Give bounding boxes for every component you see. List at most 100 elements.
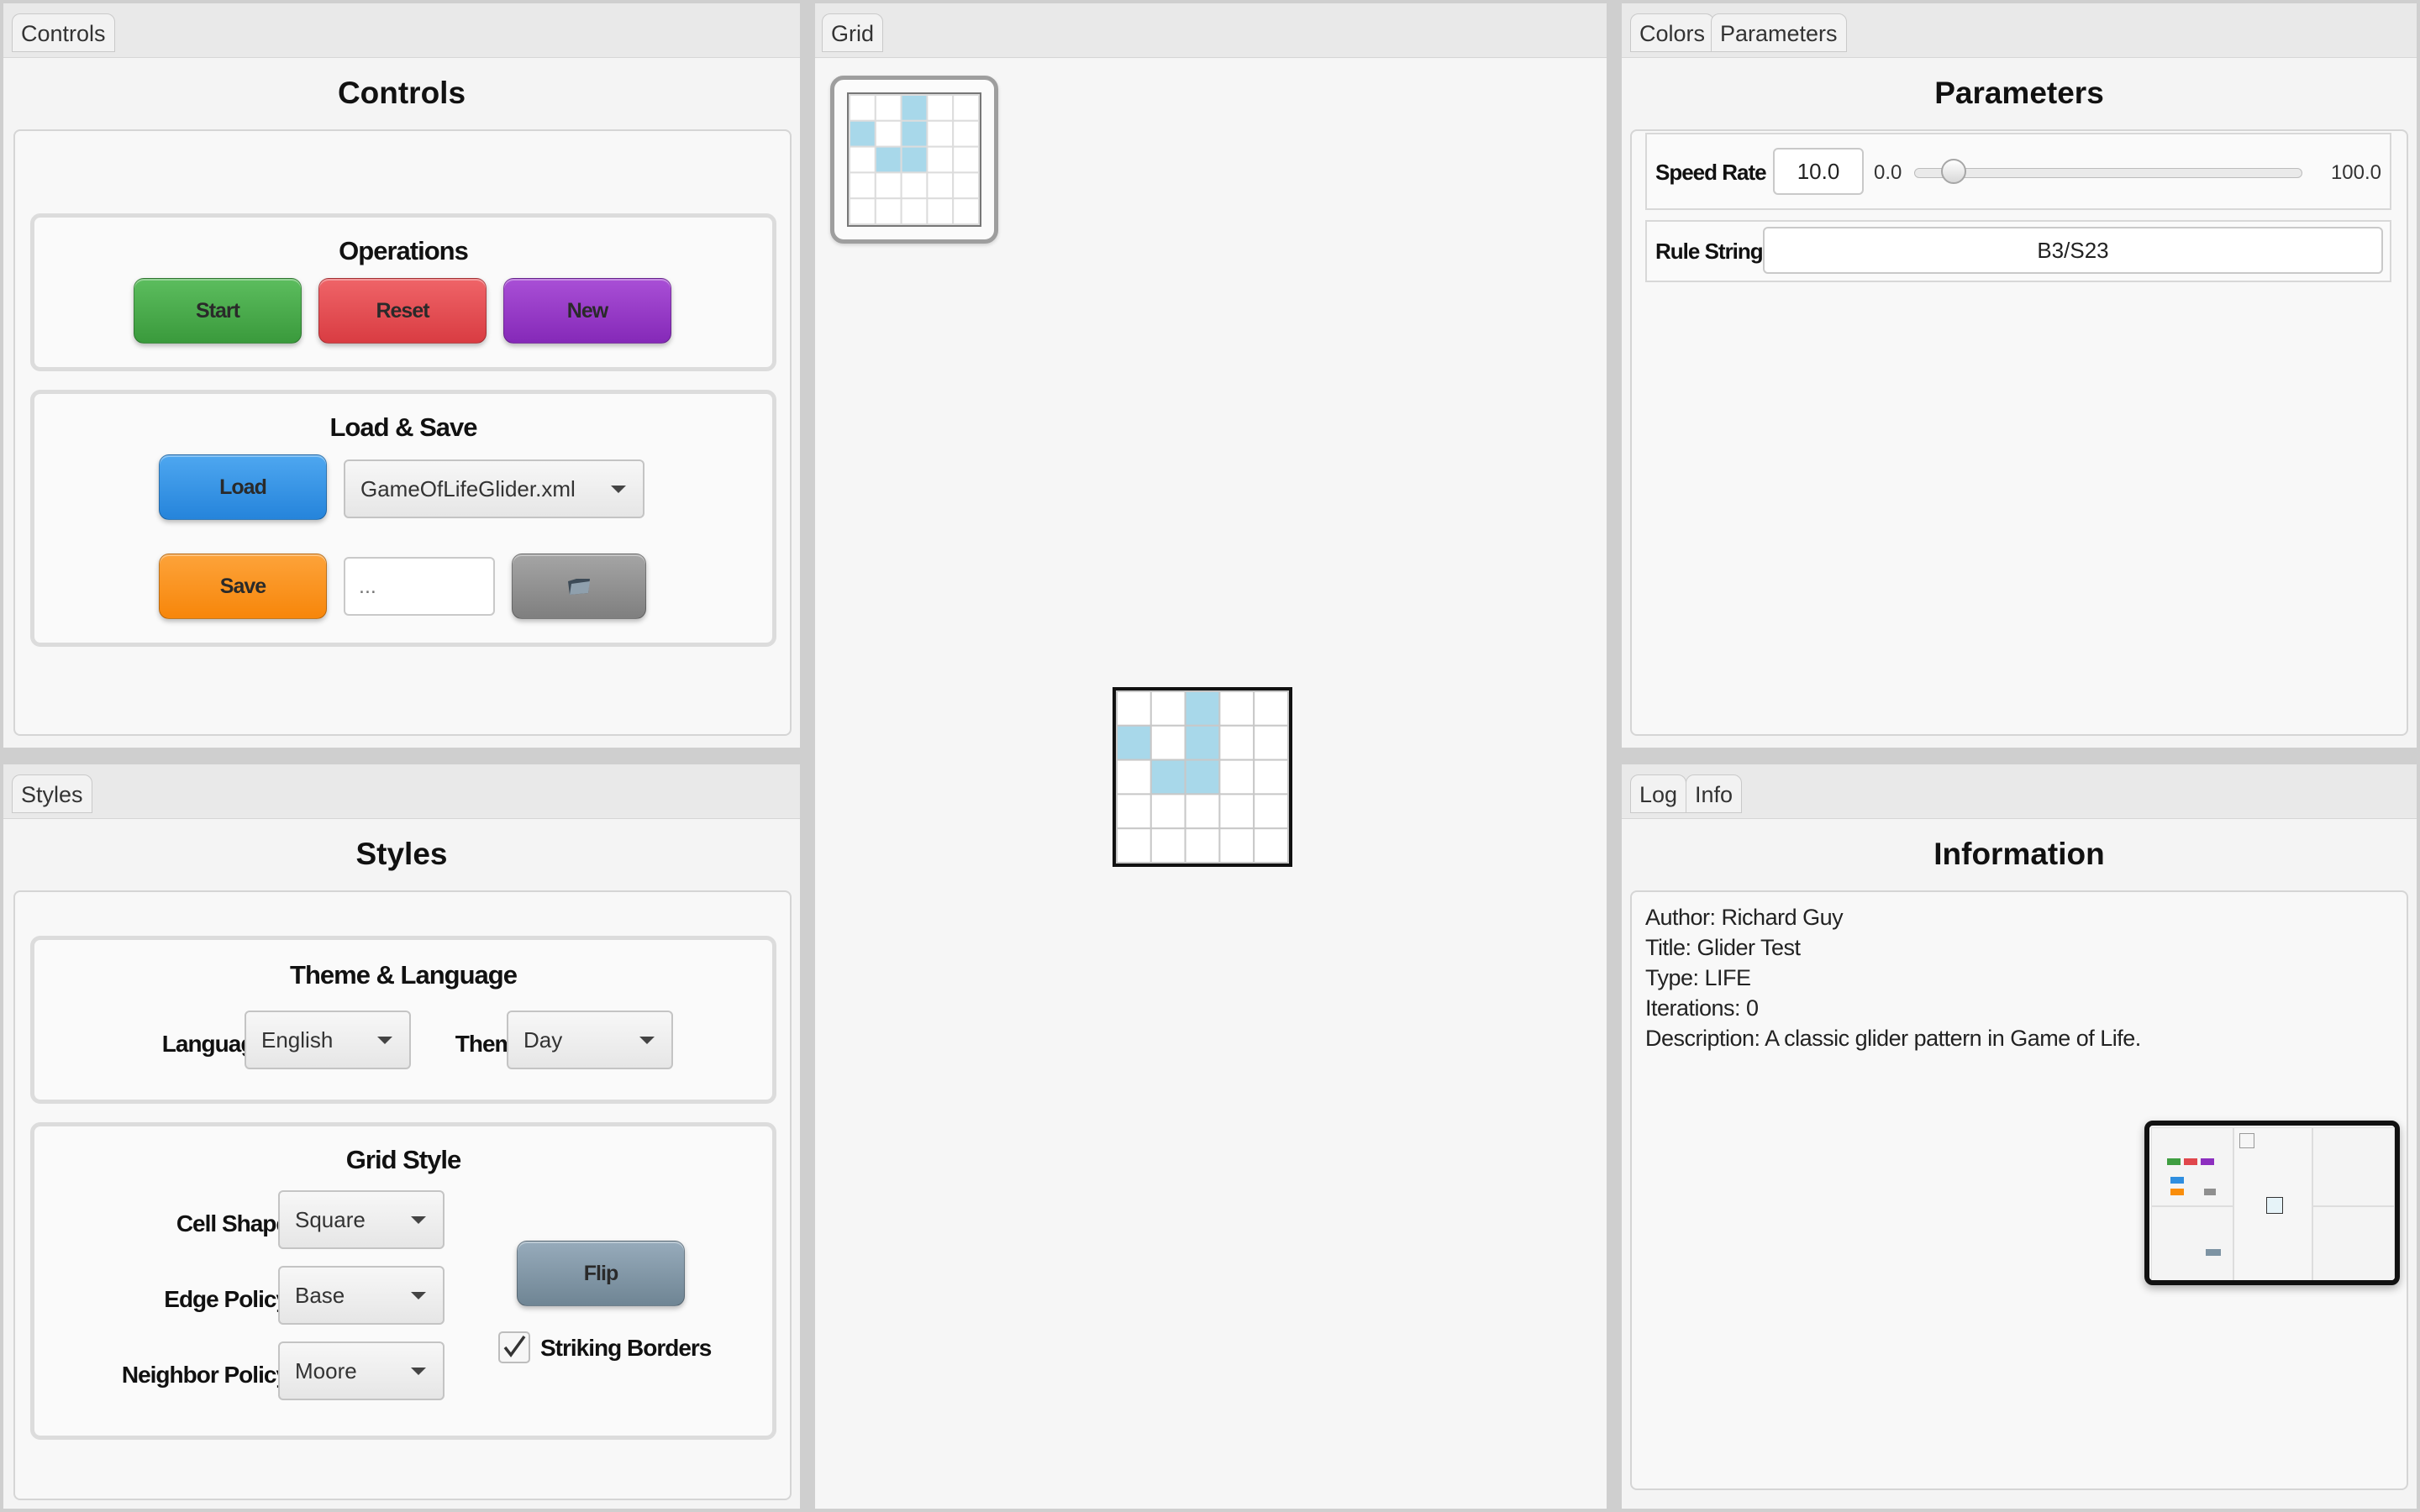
language-value: English — [261, 1027, 334, 1053]
preview-controls — [2151, 1127, 2233, 1206]
grid-cell-dead[interactable] — [1253, 827, 1289, 864]
grid-cell-dead[interactable] — [952, 145, 980, 174]
grid-cell-dead[interactable] — [849, 94, 876, 122]
cell-shape-select[interactable]: Square — [278, 1190, 445, 1249]
grid-cell-dead[interactable] — [926, 197, 955, 225]
tab-log[interactable]: Log — [1630, 774, 1687, 813]
speed-rate-input[interactable] — [1773, 148, 1864, 195]
grid-cell-dead[interactable] — [900, 171, 929, 200]
grid-cell-dead[interactable] — [926, 94, 955, 122]
grid-cell-dead[interactable] — [926, 119, 955, 148]
browse-folder-button[interactable] — [512, 554, 646, 619]
tab-styles[interactable]: Styles — [12, 774, 92, 813]
grid-cell-dead[interactable] — [1218, 724, 1255, 761]
tab-info[interactable]: Info — [1686, 774, 1743, 813]
grid-cell-dead[interactable] — [1184, 793, 1221, 830]
grid-cell-alive[interactable] — [1116, 724, 1152, 761]
grid-cell-dead[interactable] — [1150, 793, 1186, 830]
grid-cell-dead[interactable] — [952, 171, 980, 200]
grid-cell-dead[interactable] — [874, 171, 902, 200]
parameters-title: Parameters — [1934, 76, 2104, 110]
grid-cell-dead[interactable] — [1184, 827, 1221, 864]
theme-select[interactable]: Day — [507, 1011, 673, 1069]
striking-borders-label: Striking Borders — [540, 1335, 712, 1361]
grid-cell-dead[interactable] — [1116, 793, 1152, 830]
grid-cell-dead[interactable] — [1253, 690, 1289, 727]
grid-cell-dead[interactable] — [1218, 690, 1255, 727]
load-button[interactable]: Load — [159, 454, 327, 520]
grid-cell-alive[interactable] — [1150, 759, 1186, 795]
grid-cell-dead[interactable] — [1218, 827, 1255, 864]
grid-cell-dead[interactable] — [874, 94, 902, 122]
grid-cell-dead[interactable] — [1253, 724, 1289, 761]
grid-cell-alive[interactable] — [874, 145, 902, 174]
grid-cell-dead[interactable] — [926, 145, 955, 174]
grid-cell-dead[interactable] — [849, 145, 876, 174]
neighbor-policy-select[interactable]: Moore — [278, 1341, 445, 1400]
language-select[interactable]: English — [245, 1011, 411, 1069]
grid-cell-alive[interactable] — [849, 119, 876, 148]
preview-save — [2170, 1189, 2184, 1195]
flip-button[interactable]: Flip — [517, 1241, 685, 1306]
cell-grid[interactable] — [1113, 687, 1292, 867]
start-button[interactable]: Start — [134, 278, 302, 344]
grid-cell-dead[interactable] — [1150, 827, 1186, 864]
grid-cell-dead[interactable] — [1150, 724, 1186, 761]
save-button[interactable]: Save — [159, 554, 327, 619]
grid-cell-dead[interactable] — [849, 197, 876, 225]
preview-info — [2312, 1206, 2395, 1280]
grid-cell-alive[interactable] — [1184, 759, 1221, 795]
rule-string-input[interactable] — [1763, 227, 2383, 274]
grid-cell-alive[interactable] — [1184, 690, 1221, 727]
new-button[interactable]: New — [503, 278, 671, 344]
tab-parameters[interactable]: Parameters — [1711, 13, 1847, 52]
chevron-down-icon — [639, 1037, 655, 1044]
striking-borders-checkbox[interactable] — [498, 1331, 530, 1363]
grid-cell-dead[interactable] — [874, 119, 902, 148]
speed-min-label: 0.0 — [1874, 161, 1902, 184]
tab-controls[interactable]: Controls — [12, 13, 115, 52]
window-preview-thumbnail[interactable] — [2144, 1121, 2400, 1285]
grid-cell-dead[interactable] — [1116, 690, 1152, 727]
save-name-input[interactable] — [344, 557, 495, 616]
styles-content: Styles Theme & Language Language English… — [3, 820, 800, 1509]
controls-title: Controls — [337, 76, 466, 110]
grid-cell-dead[interactable] — [1253, 793, 1289, 830]
load-save-group: Load & Save Load GameOfLifeGlider.xml Sa… — [30, 390, 776, 647]
grid-cell-alive[interactable] — [900, 119, 929, 148]
grid-cell-dead[interactable] — [1253, 759, 1289, 795]
grid-cell-dead[interactable] — [1218, 759, 1255, 795]
preview-grid-main — [2266, 1197, 2283, 1214]
grid-cell-dead[interactable] — [1150, 690, 1186, 727]
grid-tabbar: Grid — [815, 3, 1607, 58]
rule-string-label: Rule String — [1655, 239, 1764, 264]
edge-policy-select[interactable]: Base — [278, 1266, 445, 1325]
grid-thumbnail[interactable] — [830, 76, 998, 244]
grid-cell-alive[interactable] — [900, 94, 929, 122]
tab-colors[interactable]: Colors — [1630, 13, 1715, 52]
grid-cell-dead[interactable] — [926, 171, 955, 200]
styles-title: Styles — [355, 837, 448, 871]
grid-cell-alive[interactable] — [1184, 724, 1221, 761]
grid-cell-dead[interactable] — [952, 94, 980, 122]
grid-cell-dead[interactable] — [1116, 827, 1152, 864]
info-title-line: Title: Glider Test — [1645, 935, 1801, 960]
speed-slider-thumb[interactable] — [1941, 159, 1966, 184]
reset-button[interactable]: Reset — [318, 278, 487, 344]
speed-max-label: 100.0 — [2330, 161, 2381, 184]
tab-grid[interactable]: Grid — [822, 13, 884, 52]
grid-cell-dead[interactable] — [874, 197, 902, 225]
grid-cell-dead[interactable] — [900, 197, 929, 225]
grid-cell-dead[interactable] — [1218, 793, 1255, 830]
info-author: Author: Richard Guy — [1645, 905, 1844, 930]
grid-cell-dead[interactable] — [952, 197, 980, 225]
grid-cell-dead[interactable] — [1116, 759, 1152, 795]
edge-policy-label: Edge Policy — [164, 1286, 289, 1312]
file-select[interactable]: GameOfLifeGlider.xml — [344, 459, 644, 518]
preview-parameters — [2312, 1127, 2395, 1206]
speed-slider-track[interactable] — [1914, 159, 2302, 184]
grid-cell-alive[interactable] — [900, 145, 929, 174]
grid-cell-dead[interactable] — [952, 119, 980, 148]
grid-cell-dead[interactable] — [849, 171, 876, 200]
operations-title: Operations — [339, 236, 469, 265]
